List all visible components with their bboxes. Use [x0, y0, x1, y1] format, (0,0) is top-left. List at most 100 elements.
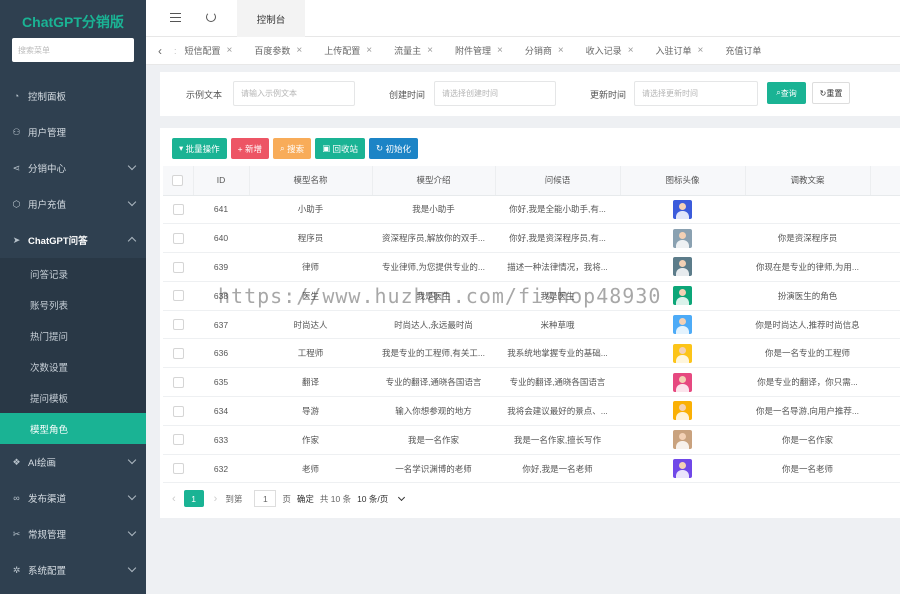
select-all-checkbox[interactable]: [172, 174, 184, 186]
page-size-select[interactable]: 10 条/页: [357, 493, 406, 505]
current-page-button[interactable]: 1: [183, 490, 204, 507]
sidebar-sub-templates[interactable]: 提问模板: [0, 382, 146, 413]
id-cell: 633: [193, 425, 249, 455]
sidebar-sub-accounts[interactable]: 账号列表: [0, 289, 146, 320]
row-checkbox[interactable]: [172, 319, 184, 331]
updated-time-input[interactable]: 请选择更新时间: [634, 81, 758, 106]
tab-console[interactable]: 控制台: [237, 0, 305, 37]
batch-button-label: 批量操作: [185, 143, 220, 154]
reset-button[interactable]: ↻ 重置: [812, 82, 850, 104]
avatar[interactable]: [673, 372, 692, 392]
init-button[interactable]: ↻ 初始化: [369, 138, 419, 159]
sidebar-sub-qa-records[interactable]: 问答记录: [0, 258, 146, 289]
avatar-cell: [620, 396, 745, 426]
row-checkbox[interactable]: [172, 405, 184, 417]
page-tab-label: 分销商: [524, 46, 552, 56]
avatar[interactable]: [673, 257, 692, 277]
page-tab[interactable]: : 短信配置 ×: [174, 44, 232, 57]
next-page-icon[interactable]: ›: [214, 493, 218, 505]
table-row[interactable]: 635 翻译 专业的翻译,通晓各国语言 专业的翻译,通晓各国语言 你是专业的翻译，你只需…: [163, 367, 900, 398]
dashboard-icon: ◔: [13, 91, 20, 101]
avatar[interactable]: [673, 286, 692, 306]
table-header: ID 模型名称 模型介绍 问候语 图标头像 调教文案: [163, 166, 900, 196]
avatar[interactable]: [673, 459, 692, 479]
chevron-down-icon: [127, 491, 137, 501]
close-icon[interactable]: ×: [296, 45, 302, 56]
sidebar-sub-hot-questions[interactable]: 热门提问: [0, 320, 146, 351]
created-time-input[interactable]: 请选择创建时间: [434, 81, 556, 106]
page-tab[interactable]: 充值订单: [725, 44, 761, 57]
recycle-button[interactable]: ▣ 回收站: [315, 138, 366, 159]
sidebar-item-chatgpt[interactable]: ➤ ChatGPT问答: [0, 222, 146, 258]
row-checkbox[interactable]: [172, 463, 184, 475]
close-icon[interactable]: ×: [558, 45, 564, 56]
data-table: ID 模型名称 模型介绍 问候语 图标头像 调教文案 641 小助手 我是小助手 你好…: [163, 166, 900, 484]
page-tab[interactable]: 收入记录 ×: [586, 44, 634, 57]
sidebar-item-ai-drawing[interactable]: ❖ AI绘画: [0, 444, 146, 480]
goto-page-input[interactable]: 1: [254, 490, 277, 507]
sample-text-input[interactable]: 请输入示例文本: [233, 81, 355, 106]
sidebar-search-input[interactable]: 搜索菜单: [12, 38, 134, 62]
sidebar-item-system[interactable]: ✲ 系统配置: [0, 552, 146, 588]
sidebar-item-users[interactable]: ⚇ 用户管理: [0, 114, 146, 150]
sidebar-item-general[interactable]: ✂ 常规管理: [0, 516, 146, 552]
sidebar-item-dashboard[interactable]: ◔ 控制面板: [0, 78, 146, 114]
name-cell: 小助手: [249, 195, 372, 225]
close-icon[interactable]: ×: [698, 45, 704, 56]
extra-cell: [870, 223, 900, 254]
table-row[interactable]: 632 老师 一名学识渊博的老师 你好,我是一名老师 你是一名老师: [163, 454, 900, 484]
close-icon[interactable]: ×: [227, 45, 233, 56]
avatar-cell: [620, 367, 745, 398]
avatar[interactable]: [673, 343, 692, 363]
sidebar-item-recharge[interactable]: ⬡ 用户充值: [0, 186, 146, 222]
row-checkbox[interactable]: [172, 204, 184, 216]
table-row[interactable]: 637 时尚达人 时尚达人,永远最时尚 米种草哦 你是时尚达人,推荐时尚信息: [163, 310, 900, 340]
page-tab[interactable]: 流量主 ×: [394, 44, 433, 57]
prev-page-icon[interactable]: ‹: [172, 493, 176, 505]
row-checkbox[interactable]: [172, 348, 184, 359]
chevron-left-icon[interactable]: ‹: [146, 44, 174, 58]
page-tab[interactable]: 百度参数 ×: [254, 44, 302, 57]
row-checkbox[interactable]: [172, 434, 184, 446]
sidebar-sub-model-roles[interactable]: 模型角色: [0, 413, 146, 444]
table-row[interactable]: 633 作家 我是一名作家 我是一名作家,擅长写作 你是一名作家: [163, 425, 900, 455]
row-checkbox[interactable]: [172, 261, 184, 273]
avatar[interactable]: [673, 228, 692, 248]
table-row[interactable]: 641 小助手 我是小助手 你好,我是全能小助手,有...: [163, 195, 900, 225]
table-row[interactable]: 634 导游 输入你想参观的地方 我将会建议最好的景点、... 你是一名导游,向用户推荐…: [163, 396, 900, 426]
avatar[interactable]: [673, 430, 692, 450]
link-icon: ∞: [13, 493, 20, 503]
page-tab[interactable]: 入驻订单 ×: [656, 44, 704, 57]
avatar[interactable]: [673, 315, 692, 335]
column-header[interactable]: ID: [193, 166, 250, 196]
page-tab[interactable]: 上传配置 ×: [324, 44, 372, 57]
page-tab[interactable]: 附件管理 ×: [455, 44, 503, 57]
avatar[interactable]: [673, 199, 692, 219]
batch-button[interactable]: ▾ 批量操作: [172, 138, 227, 159]
avatar[interactable]: [673, 401, 692, 421]
query-button[interactable]: ⌕ 查询: [767, 82, 806, 104]
close-icon[interactable]: ×: [497, 45, 503, 56]
goto-confirm-button[interactable]: 确定: [297, 493, 314, 505]
close-icon[interactable]: ×: [366, 45, 372, 56]
table-row[interactable]: 639 律师 专业律师,为您提供专业的... 描述一种法律情况，我将... 你现在是专业…: [163, 252, 900, 282]
add-button[interactable]: + 新增: [230, 138, 269, 159]
row-checkbox[interactable]: [172, 290, 184, 302]
search-button[interactable]: ⌕ 搜索: [272, 138, 312, 159]
sidebar-item-channels[interactable]: ∞ 发布渠道: [0, 480, 146, 516]
name-cell: 导游: [249, 396, 372, 426]
row-checkbox[interactable]: [172, 232, 184, 244]
extra-cell: [870, 454, 900, 484]
close-icon[interactable]: ×: [628, 45, 634, 56]
table-row[interactable]: 640 程序员 资深程序员,解放你的双手... 你好,我是资深程序员,有... 你是资深…: [163, 223, 900, 254]
close-icon[interactable]: ×: [427, 45, 433, 56]
menu-toggle-icon[interactable]: [170, 13, 181, 23]
page-tab[interactable]: 分销商 ×: [525, 44, 564, 57]
sidebar-sub-count-settings[interactable]: 次数设置: [0, 351, 146, 382]
table-card: ▾ 批量操作 + 新增 ⌕ 搜索 ▣ 回收站 ↻ 初始化 ID 模型名称 模型介…: [160, 128, 900, 518]
refresh-icon[interactable]: [206, 12, 216, 22]
row-checkbox[interactable]: [172, 376, 184, 388]
extra-cell: [870, 195, 900, 225]
table-row[interactable]: 636 工程师 我是专业的工程师,有关工... 我系统地掌握专业的基础... 你是一名专…: [163, 338, 900, 369]
sidebar-item-distribution[interactable]: ⋖ 分销中心: [0, 150, 146, 186]
